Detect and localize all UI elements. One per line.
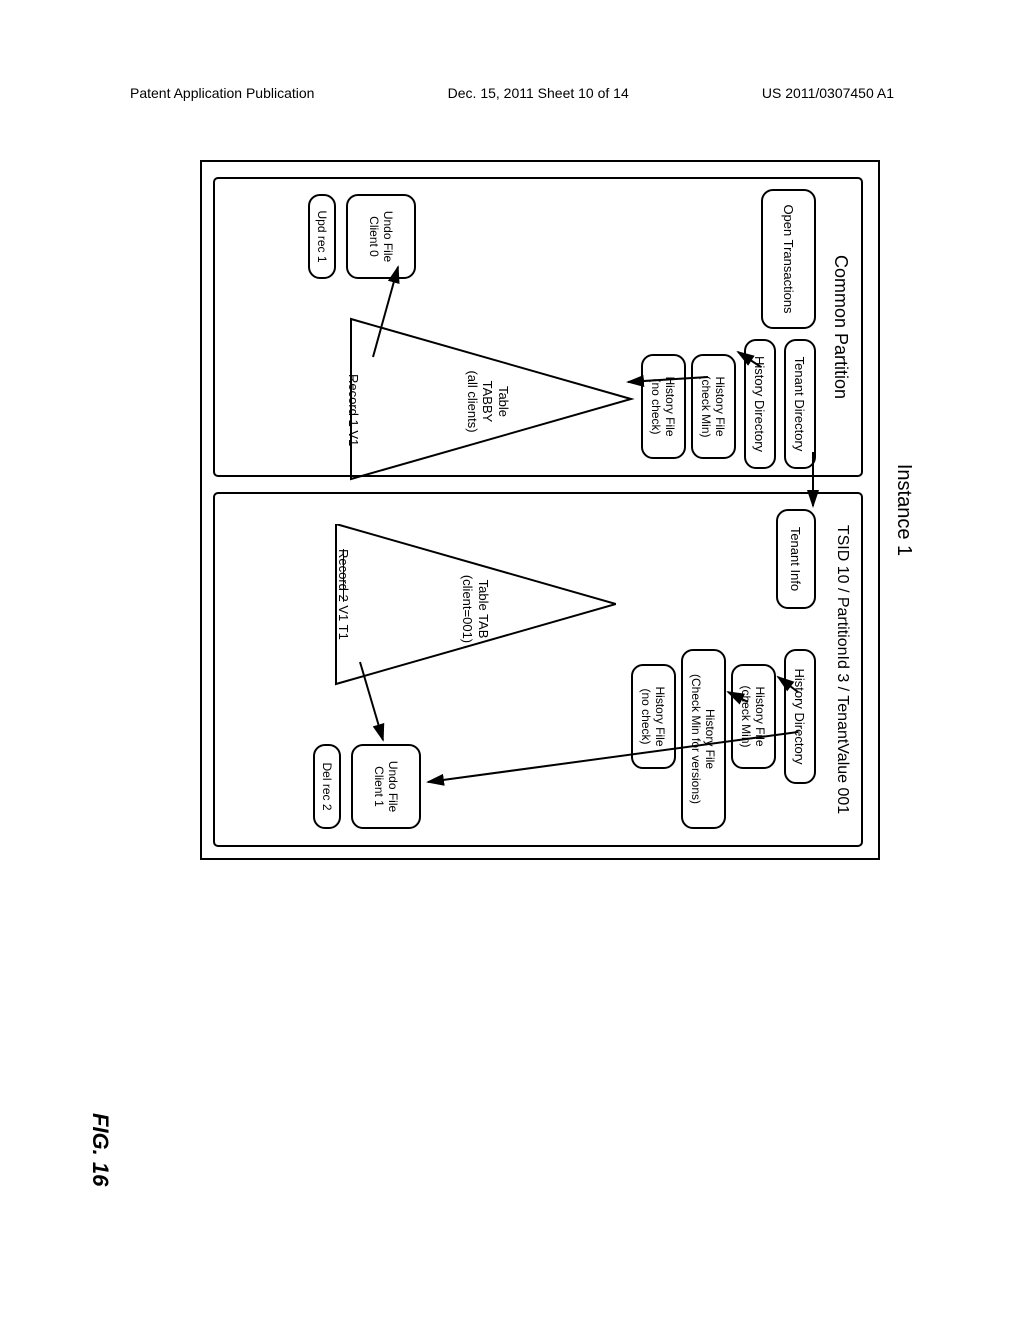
tree-l3: (all clients) [465,370,480,432]
hf-label: History File [754,686,768,746]
history-file-checkmin-right: History File (check Min) [731,664,776,769]
record-2-label: Record 2 V1 T1 [336,549,351,640]
figure-rotated: Instance 1 [190,160,910,860]
del-rec-box: Del rec 2 [313,744,341,829]
tree-l1: Table [496,386,511,417]
hf-note: (check Min) [700,375,714,437]
open-transactions-box: Open Transactions [761,189,816,329]
btree-label-right: Table TAB (client=001) [460,559,491,659]
uf-l2: Client 1 [372,766,386,807]
tree-l2: TABBY [480,381,495,423]
history-file-nocheck-left: History File (no check) [641,354,686,459]
record-2-suffix: V1 T1 [336,602,351,640]
hf-label: History File [664,376,678,436]
hf-note: (no check) [650,378,664,434]
btree-label-left: Table TABBY (all clients) [464,354,511,449]
uf-l1: Undo File [381,211,395,262]
history-directory-box-left: History Directory [744,339,776,469]
uf-l1: Undo File [386,761,400,812]
uf-l2: Client 0 [367,216,381,257]
history-file-checkmin-versions: History File (Check Min for versions) [681,649,726,829]
figure-number-label: FIG. 16 [87,1113,113,1186]
hf-note: (Check Min for versions) [690,674,704,804]
tsid-partition-title: TSID 10 / PartitionId 3 / TenantValue 00… [833,525,851,814]
tree-l2: (client=001) [460,575,475,643]
record-2-strikethrough: Record 2 [336,549,351,602]
tree-l1: Table TAB [476,580,491,639]
hf-label: History File [654,686,668,746]
undo-file-client1: Undo File Client 1 [351,744,421,829]
hf-note: (check Min) [740,685,754,747]
instance-box: Common Partition Open Transactions Tenan… [200,160,880,860]
undo-file-client0: Undo File Client 0 [346,194,416,279]
common-partition: Common Partition Open Transactions Tenan… [213,177,863,477]
header-left: Patent Application Publication [130,85,314,101]
tenant-directory-box: Tenant Directory [784,339,816,469]
hf-label: History File [714,376,728,436]
hf-note: (no check) [640,688,654,744]
tenant-info-box: Tenant Info [776,509,816,609]
history-file-checkmin-left: History File (check Min) [691,354,736,459]
tsid-partition: TSID 10 / PartitionId 3 / TenantValue 00… [213,492,863,847]
header-center: Dec. 15, 2011 Sheet 10 of 14 [448,85,629,101]
header-right: US 2011/0307450 A1 [762,85,894,101]
hf-label: History File [704,709,718,769]
figure-page: Instance 1 [130,140,890,1160]
history-file-nocheck-right: History File (no check) [631,664,676,769]
record-1-label: Record 1 V1 [346,374,361,446]
upd-rec-box: Upd rec 1 [308,194,336,279]
common-partition-title: Common Partition [830,255,851,399]
page-header: Patent Application Publication Dec. 15, … [0,85,1024,101]
history-directory-box-right: History Directory [784,649,816,784]
instance-label: Instance 1 [892,464,915,556]
